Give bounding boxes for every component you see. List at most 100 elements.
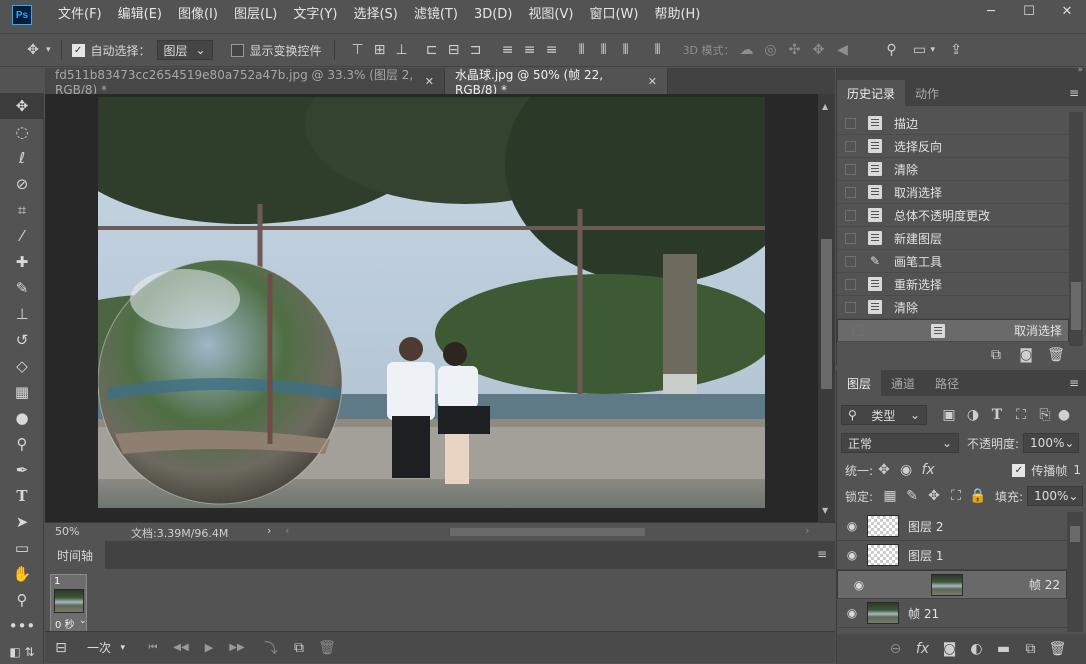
lock-pixels-icon[interactable]: ✎ <box>901 488 923 504</box>
first-frame-icon[interactable]: ⏮ <box>139 642 167 653</box>
close-icon[interactable]: ✕ <box>648 75 657 88</box>
history-item[interactable]: 重新选择 <box>837 273 1069 296</box>
filter-adjustment-icon[interactable]: ◑ <box>961 407 985 423</box>
minimize-button[interactable]: ─ <box>972 0 1010 22</box>
chevron-down-icon[interactable]: ⌄ <box>79 616 87 626</box>
timeline-frame[interactable]: 1 0 秒 ⌄ <box>50 574 87 632</box>
zoom-level[interactable]: 50% <box>55 525 79 538</box>
history-source-checkbox[interactable] <box>845 117 856 129</box>
history-brush-tool-icon[interactable]: ↺ <box>0 327 44 353</box>
document-tab-active[interactable]: 水晶球.jpg @ 50% (帧 22, RGB/8) * ✕ <box>445 68 668 97</box>
filter-pixel-icon[interactable]: ▣ <box>937 407 961 423</box>
3d-pan-icon[interactable]: ✣ <box>783 42 807 58</box>
tab-actions[interactable]: 动作 <box>905 80 949 106</box>
hand-tool-icon[interactable]: ✋ <box>0 561 44 587</box>
lock-artboard-icon[interactable]: ⛶ <box>945 488 967 504</box>
menu-select[interactable]: 选择(S) <box>345 0 405 30</box>
trash-icon[interactable]: 🗑 <box>313 640 341 656</box>
history-item[interactable]: 清除 <box>837 158 1069 181</box>
opacity-field[interactable]: 100% ⌄ <box>1023 433 1080 453</box>
history-item[interactable]: 新建图层 <box>837 227 1069 250</box>
search-icon[interactable]: ⚲ <box>881 42 903 58</box>
frame-delay[interactable]: 0 秒 <box>55 616 75 631</box>
history-source-checkbox[interactable] <box>845 186 856 198</box>
layer-name[interactable]: 帧 22 <box>1029 576 1060 593</box>
chevron-down-icon[interactable]: ▾ <box>46 45 51 55</box>
history-item[interactable]: ✎ 画笔工具 <box>837 250 1069 273</box>
eyedropper-tool-icon[interactable]: ⁄ <box>0 223 44 249</box>
collapse-icon[interactable]: » <box>1077 65 1083 75</box>
history-item[interactable]: 取消选择 <box>837 181 1069 204</box>
unify-style-icon[interactable]: fx <box>917 462 939 478</box>
auto-select-checkbox[interactable]: ✓ <box>71 43 85 57</box>
menu-file[interactable]: 文件(F) <box>50 0 110 30</box>
align-vcenter-icon[interactable]: ⊞ <box>369 42 391 58</box>
lock-transparency-icon[interactable]: ▦ <box>879 488 901 504</box>
eye-icon[interactable]: ◉ <box>837 548 867 562</box>
trash-icon[interactable]: 🗑 <box>1041 347 1071 363</box>
filter-toggle-icon[interactable]: ● <box>1057 407 1071 423</box>
workspace-icon[interactable]: ▭ <box>909 42 931 58</box>
fill-field[interactable]: 100% ⌄ <box>1027 486 1084 506</box>
chevron-left-icon[interactable]: ‹ <box>285 524 289 537</box>
align-left-icon[interactable]: ⊏ <box>421 42 443 58</box>
tab-layers[interactable]: 图层 <box>837 370 882 396</box>
layer-row[interactable]: ◉ 图层 2 <box>837 512 1067 541</box>
lasso-tool-icon[interactable]: ℓ <box>0 145 44 171</box>
play-icon[interactable]: ▶ <box>195 641 223 654</box>
menu-type[interactable]: 文字(Y) <box>285 0 345 30</box>
filter-smart-object-icon[interactable]: ⎘ <box>1033 407 1057 423</box>
menu-window[interactable]: 窗口(W) <box>581 0 646 30</box>
brush-tool-icon[interactable]: ✎ <box>0 275 44 301</box>
color-swatches-icon[interactable]: ◧ ⇅ <box>0 639 44 664</box>
new-layer-icon[interactable]: ⧉ <box>1017 641 1044 657</box>
panel-menu-icon[interactable]: ≡ <box>1069 80 1079 106</box>
history-source-checkbox[interactable] <box>845 209 856 221</box>
history-item[interactable]: 清除 <box>837 296 1069 319</box>
history-source-checkbox[interactable] <box>845 140 856 152</box>
history-item[interactable]: 描边 <box>837 112 1069 135</box>
menu-image[interactable]: 图像(I) <box>170 0 226 30</box>
distribute-hcenter-icon[interactable]: ⦀ <box>593 42 615 58</box>
crop-tool-icon[interactable]: ⌗ <box>0 197 44 223</box>
eye-icon[interactable]: ◉ <box>844 578 874 592</box>
document-tab[interactable]: fd511b83473cc2654519e80a752a47b.jpg @ 33… <box>45 68 445 97</box>
rectangle-tool-icon[interactable]: ▭ <box>0 535 44 561</box>
marquee-tool-icon[interactable]: ◌ <box>0 119 44 145</box>
horizontal-scrollbar-thumb[interactable] <box>450 528 645 536</box>
more-tools-icon[interactable]: ••• <box>0 613 44 639</box>
history-item[interactable]: 选择反向 <box>837 135 1069 158</box>
canvas-area[interactable] <box>45 94 818 522</box>
close-icon[interactable]: ✕ <box>425 75 434 88</box>
eye-icon[interactable]: ◉ <box>837 606 867 620</box>
history-source-checkbox[interactable] <box>845 301 856 313</box>
menu-help[interactable]: 帮助(H) <box>646 0 708 30</box>
history-item[interactable]: 总体不透明度更改 <box>837 204 1069 227</box>
history-source-checkbox[interactable] <box>852 325 863 336</box>
layers-scrollbar[interactable] <box>1067 512 1083 632</box>
distribute-left-icon[interactable]: ⦀ <box>571 42 593 58</box>
scrollbar-thumb[interactable] <box>821 239 832 389</box>
lock-position-icon[interactable]: ✥ <box>923 488 945 504</box>
eraser-tool-icon[interactable]: ◇ <box>0 353 44 379</box>
distribute-top-icon[interactable]: ≡ <box>497 42 519 58</box>
history-item[interactable]: 取消选择 <box>837 319 1069 342</box>
new-group-icon[interactable]: ▬ <box>990 641 1017 657</box>
eye-icon[interactable]: ◉ <box>837 519 867 533</box>
move-tool-icon[interactable]: ✥ <box>22 42 44 58</box>
distribute-right-icon[interactable]: ⦀ <box>615 42 637 58</box>
dodge-tool-icon[interactable]: ⚲ <box>0 431 44 457</box>
link-layers-icon[interactable]: ⊖ <box>882 641 909 657</box>
filter-shape-icon[interactable]: ⛶ <box>1009 407 1033 423</box>
move-tool-icon[interactable]: ✥ <box>0 93 44 119</box>
duplicate-frame-icon[interactable]: ⧉ <box>285 640 313 656</box>
zoom-tool-icon[interactable]: ⚲ <box>0 587 44 613</box>
propagate-frame-checkbox[interactable]: ✓ <box>1012 463 1026 477</box>
chevron-down-icon[interactable]: ▾ <box>931 45 936 55</box>
align-bottom-icon[interactable]: ⊥ <box>391 42 413 58</box>
distribute-vcenter-icon[interactable]: ≡ <box>519 42 541 58</box>
vertical-scrollbar[interactable]: ▲ ▼ <box>818 94 835 522</box>
close-button[interactable]: ✕ <box>1048 0 1086 22</box>
menu-3d[interactable]: 3D(D) <box>466 0 520 30</box>
history-source-checkbox[interactable] <box>845 163 856 175</box>
